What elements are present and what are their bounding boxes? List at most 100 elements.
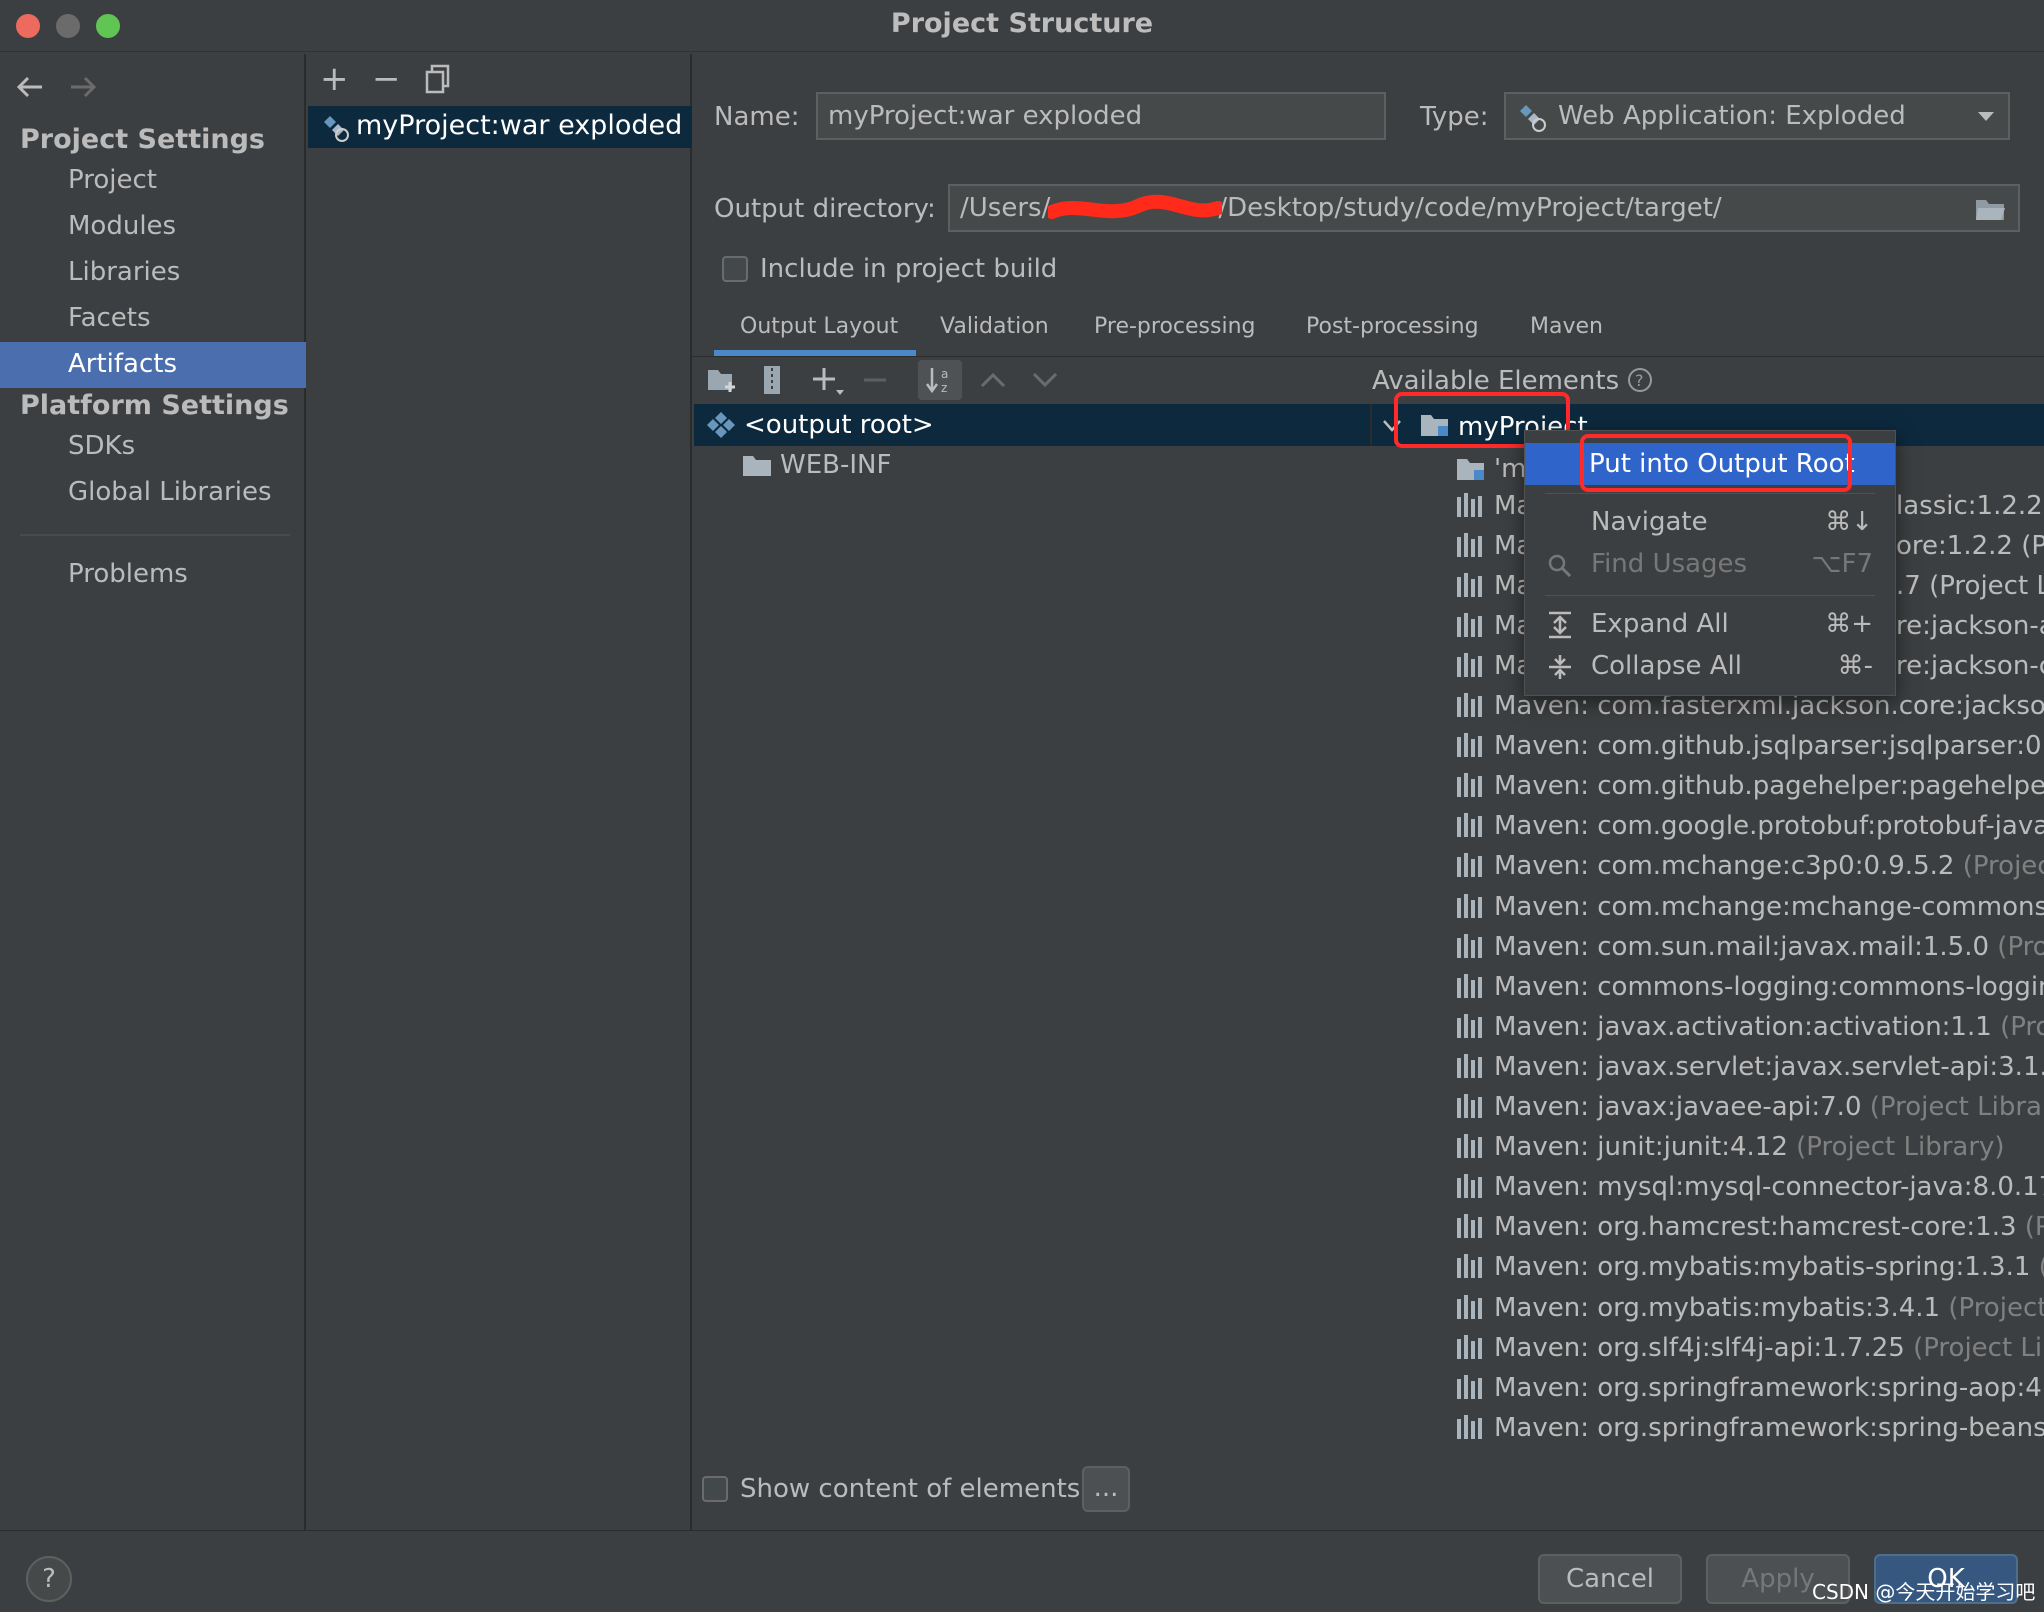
add-artifact-button[interactable]: + (320, 62, 349, 96)
list-item[interactable]: Maven: org.mybatis:mybatis-spring:1.3.1 … (1456, 1247, 2044, 1287)
project-structure-window: Project Structure Project Settings Proje… (0, 0, 2044, 1612)
list-item[interactable]: Maven: junit:junit:4.12 (Project Library… (1456, 1127, 2005, 1167)
library-label: Maven: com.sun.mail:javax.mail:1.5.0 (1494, 932, 1990, 962)
tab-post-processing[interactable]: Post-processing (1306, 314, 1479, 339)
library-icon (1456, 1050, 1484, 1078)
tab-maven[interactable]: Maven (1530, 314, 1603, 339)
sort-toggle-button[interactable]: a z (918, 360, 962, 400)
library-scope: (Project (2000, 1012, 2044, 1042)
collapse-all-icon (1549, 655, 1571, 679)
artifact-list-panel (308, 54, 692, 1530)
archive-icon[interactable] (760, 364, 784, 396)
list-item[interactable]: Maven: org.hamcrest:hamcrest-core:1.3 (P… (1456, 1207, 2044, 1247)
library-icon (1456, 1291, 1484, 1319)
output-dir-suffix: /Desktop/study/code/myProject/target/ (1218, 193, 1722, 223)
library-scope: (Project Library) (1796, 1132, 2005, 1162)
name-label: Name: (714, 102, 800, 132)
copy-artifact-icon[interactable] (424, 64, 452, 94)
help-button[interactable]: ? (26, 1556, 72, 1602)
cancel-button[interactable]: Cancel (1538, 1554, 1682, 1604)
list-item[interactable]: Maven: com.sun.mail:javax.mail:1.5.0 (Pr… (1456, 927, 2044, 967)
list-item[interactable]: Maven: javax:javaee-api:7.0 (Project Lib… (1456, 1087, 2044, 1127)
library-scope: (Project Libra (1913, 1333, 2044, 1363)
type-dropdown[interactable]: Web Application: Exploded (1504, 92, 2010, 140)
list-item[interactable]: Ma (1456, 486, 1532, 526)
list-item[interactable]: Maven: com.google.protobuf:protobuf-java… (1456, 806, 2044, 846)
library-label: Maven: mysql:mysql-connector-java:8.0.17 (1494, 1172, 2044, 1202)
list-item[interactable]: Maven: com.mchange:mchange-commons-ja (1456, 887, 2044, 927)
search-icon (1548, 554, 1572, 578)
list-item[interactable]: Maven: org.springframework:spring-beans:… (1456, 1408, 2044, 1448)
tab-output-layout[interactable]: Output Layout (740, 314, 898, 339)
library-icon (1456, 1010, 1484, 1038)
tree-splitter[interactable] (1370, 404, 1372, 446)
nav-item-project[interactable]: Project (0, 158, 306, 204)
library-scope: (Project L (1962, 851, 2044, 881)
back-arrow-icon[interactable] (14, 72, 48, 102)
list-item[interactable]: Maven: javax.activation:activation:1.1 (… (1456, 1007, 2044, 1047)
remove-artifact-button[interactable]: − (372, 62, 401, 96)
menu-item-collapse-all[interactable]: Collapse All ⌘- (1525, 645, 1895, 687)
library-label: Maven: com.mchange:c3p0:0.9.5.2 (1494, 851, 1955, 881)
show-content-options-button[interactable]: ... (1082, 1466, 1130, 1512)
nav-item-modules[interactable]: Modules (0, 204, 306, 250)
list-item[interactable]: Maven: com.mchange:c3p0:0.9.5.2 (Project… (1456, 846, 2044, 886)
nav-item-artifacts[interactable]: Artifacts (0, 342, 306, 388)
menu-item-find-usages[interactable]: Find Usages ⌥F7 (1525, 543, 1895, 585)
library-icon (1456, 729, 1484, 757)
web-inf-label: WEB-INF (780, 450, 892, 480)
nav-item-sdks[interactable]: SDKs (0, 424, 306, 470)
add-element-icon[interactable] (810, 364, 846, 398)
move-up-icon[interactable] (980, 372, 1006, 388)
move-down-icon[interactable] (1032, 372, 1058, 388)
library-icon (1456, 970, 1484, 998)
nav-item-problems[interactable]: Problems (0, 552, 306, 598)
artifact-item-war-exploded[interactable]: myProject:war exploded (308, 106, 692, 148)
library-label: Maven: org.slf4j:slf4j-api:1.7.25 (1494, 1333, 1905, 1363)
window-title: Project Structure (890, 8, 1154, 39)
forward-arrow-icon[interactable] (66, 72, 100, 102)
list-item[interactable]: Maven: javax.servlet:javax.servlet-api:3… (1456, 1047, 2044, 1087)
list-item[interactable]: Maven: org.mybatis:mybatis:3.4.1 (Projec… (1456, 1288, 2044, 1328)
new-directory-icon[interactable] (706, 366, 738, 394)
menu-item-label: Expand All (1591, 609, 1729, 639)
list-item[interactable]: Maven: com.github.pagehelper:pagehelper:… (1456, 766, 2044, 806)
nav-item-facets[interactable]: Facets (0, 296, 306, 342)
library-icon (1456, 930, 1484, 958)
menu-item-label: Find Usages (1591, 549, 1748, 579)
list-item[interactable]: Ma (1456, 526, 1532, 566)
help-circle-icon[interactable]: ? (1627, 367, 1653, 393)
folder-browse-icon[interactable] (1974, 196, 2006, 222)
nav-item-global-libraries[interactable]: Global Libraries (0, 470, 306, 516)
tab-pre-processing[interactable]: Pre-processing (1094, 314, 1255, 339)
list-item[interactable]: Maven: commons-logging:commons-logging: (1456, 967, 2044, 1007)
menu-item-navigate[interactable]: Navigate ⌘↓ (1525, 501, 1895, 543)
tab-validation[interactable]: Validation (940, 314, 1049, 339)
show-content-checkbox[interactable] (702, 1476, 728, 1502)
library-label: Maven: javax.activation:activation:1.1 (1494, 1012, 1992, 1042)
list-item[interactable]: Ma (1456, 646, 1532, 686)
name-field[interactable]: myProject:war exploded (816, 92, 1386, 140)
type-label: Type: (1420, 102, 1489, 132)
library-scope: (Proj (2024, 1212, 2044, 1242)
list-item[interactable]: Maven: org.springframework:spring-aop:4.… (1456, 1368, 2044, 1408)
list-item[interactable]: Ma (1456, 606, 1532, 646)
menu-item-expand-all[interactable]: Expand All ⌘+ (1525, 603, 1895, 645)
library-icon (1456, 769, 1484, 797)
module-partial-label: 'm (1494, 454, 1527, 484)
include-in-build-checkbox[interactable] (722, 256, 748, 282)
remove-element-icon[interactable] (862, 370, 888, 390)
output-root-label: <output root> (744, 410, 934, 440)
tree-node-web-inf[interactable]: WEB-INF (742, 450, 1142, 486)
library-icon (1456, 1331, 1484, 1359)
library-icon (1456, 1170, 1484, 1198)
list-item[interactable]: Maven: org.slf4j:slf4j-api:1.7.25 (Proje… (1456, 1328, 2044, 1368)
list-item[interactable]: Maven: com.github.jsqlparser:jsqlparser:… (1456, 726, 2044, 766)
library-scope: (Project (1997, 932, 2044, 962)
list-item[interactable]: Maven: mysql:mysql-connector-java:8.0.17… (1456, 1167, 2044, 1207)
list-item[interactable]: Ma (1456, 566, 1532, 606)
output-directory-field[interactable]: /Users/ /Desktop/study/code/myProject/tar… (948, 184, 2020, 232)
library-icon (1456, 1250, 1484, 1278)
nav-item-libraries[interactable]: Libraries (0, 250, 306, 296)
tree-node-output-root[interactable]: <output root> (706, 408, 1366, 444)
